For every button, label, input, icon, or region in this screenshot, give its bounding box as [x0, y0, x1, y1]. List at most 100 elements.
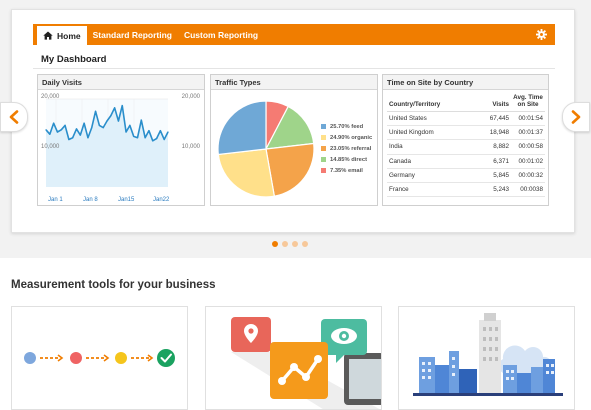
legend-label: 23.05% referral	[330, 145, 372, 152]
country-cell: Germany	[387, 168, 475, 183]
traffic-types-panel: Traffic Types 25.70% feed 24.90% organic 2…	[210, 74, 378, 206]
data-point	[87, 137, 89, 139]
table-row[interactable]: United Kingdom 18,948 00:01:37	[387, 125, 545, 141]
data-point	[129, 124, 131, 126]
time-on-site-panel: Time on Site by Country Country/Territor…	[382, 74, 549, 206]
data-point	[49, 133, 51, 135]
data-point	[152, 140, 154, 142]
visits-cell: 5,243	[474, 182, 511, 198]
legend-label: 7.35% email	[330, 167, 363, 174]
legend-swatch	[321, 168, 326, 173]
data-point	[56, 131, 59, 133]
dashboard-title: My Dashboard	[41, 54, 107, 65]
tab-home[interactable]: Home	[37, 24, 87, 45]
slider-next-button[interactable]	[562, 102, 590, 132]
data-point	[98, 124, 100, 126]
table-header-row: Country/Territory Visits Avg. Time on Si…	[387, 93, 545, 112]
slider-dot-2[interactable]	[282, 241, 288, 247]
data-point	[155, 138, 158, 140]
visits-cell: 18,948	[474, 125, 511, 141]
data-point	[106, 120, 108, 122]
table-row[interactable]: Canada 6,371 00:01:02	[387, 154, 545, 169]
data-point	[79, 134, 81, 136]
y-tick-label-right: 10,000	[182, 144, 201, 150]
data-point	[60, 129, 62, 131]
avg-time-cell: 00:00:32	[511, 168, 545, 183]
avg-time-cell: 00:00:58	[511, 139, 545, 155]
chevron-left-icon	[9, 110, 19, 124]
country-cell: United States	[387, 111, 475, 127]
data-point	[68, 138, 70, 141]
data-point	[167, 131, 169, 133]
data-point	[125, 131, 127, 133]
measurement-flow-illustration	[24, 349, 175, 367]
column-header: Country/Territory	[387, 93, 475, 112]
legend-swatch	[321, 146, 326, 151]
data-point	[159, 130, 161, 132]
tab-standard-reporting[interactable]: Standard Reporting	[87, 30, 178, 40]
table-row[interactable]: Germany 5,845 00:00:32	[387, 168, 545, 183]
data-point	[83, 122, 85, 124]
panel-title: Daily Visits	[38, 75, 204, 90]
avg-time-cell: 00:01:54	[511, 111, 545, 127]
y-tick-label-left: 10,000	[41, 144, 60, 150]
slider-dots	[272, 241, 308, 247]
country-cell: India	[387, 139, 475, 155]
country-cell: Canada	[387, 154, 475, 169]
gear-icon[interactable]	[536, 29, 547, 40]
legend-swatch	[321, 157, 326, 162]
visits-cell: 5,845	[474, 168, 511, 183]
chevron-right-icon	[571, 110, 581, 124]
table-row[interactable]: France 5,243 00:0038	[387, 182, 545, 198]
feature-card-location-analytics[interactable]	[205, 306, 382, 410]
data-point	[91, 127, 93, 129]
data-point	[133, 135, 135, 137]
avg-time-cell: 00:01:02	[511, 154, 545, 169]
country-table-body: United States 67,445 00:01:54 United Kingdo…	[387, 111, 545, 198]
traffic-types-pie-chart	[217, 100, 315, 198]
table-row[interactable]: United States 67,445 00:01:54	[387, 111, 545, 127]
legend-item-feed: 25.70% feed	[321, 121, 372, 132]
daily-visits-chart: 20,000 10,000 20,000 10,000 Jan 1 Jan 8 Jan15 J…	[41, 94, 201, 203]
legend-item-direct: 14.85% direct	[321, 154, 372, 165]
legend-label: 25.70% feed	[330, 123, 364, 130]
data-point	[140, 119, 142, 121]
pie-slice-organic	[217, 148, 276, 198]
slider-dot-3[interactable]	[292, 241, 298, 247]
pie-slice-feed	[217, 100, 267, 156]
feature-card-measurement[interactable]	[11, 306, 188, 410]
data-point	[114, 107, 116, 109]
table-row[interactable]: India 8,882 00:00:58	[387, 139, 545, 155]
x-tick-label: Jan22	[153, 197, 170, 203]
data-point	[163, 138, 165, 141]
data-point	[110, 115, 112, 117]
avg-time-cell: 00:0038	[511, 182, 545, 198]
legend-swatch	[321, 124, 326, 129]
legend-item-email: 7.35% email	[321, 165, 372, 176]
data-point	[148, 130, 150, 132]
location-analytics-illustration	[231, 317, 381, 409]
slider-prev-button[interactable]	[0, 102, 28, 132]
data-point	[144, 137, 146, 139]
legend-swatch	[321, 135, 326, 140]
x-tick-label: Jan 8	[83, 197, 98, 203]
column-header: Visits	[474, 93, 511, 112]
tab-home-label: Home	[57, 30, 81, 41]
data-point	[102, 127, 104, 129]
legend-item-organic: 24.90% organic	[321, 132, 372, 143]
country-table: Country/Territory Visits Avg. Time on Si…	[387, 93, 545, 198]
y-tick-label-left: 20,000	[41, 94, 60, 100]
tab-custom-reporting[interactable]: Custom Reporting	[178, 30, 264, 40]
home-icon	[43, 31, 53, 40]
feature-card-city[interactable]	[398, 306, 575, 410]
slider-dot-1[interactable]	[272, 241, 278, 247]
data-point	[121, 105, 123, 107]
panel-title: Traffic Types	[211, 75, 377, 90]
data-point	[136, 137, 139, 139]
visits-cell: 67,445	[474, 111, 511, 127]
data-point	[75, 128, 78, 130]
country-cell: France	[387, 182, 475, 198]
slider-dot-4[interactable]	[302, 241, 308, 247]
data-point	[64, 124, 66, 126]
legend-item-referral: 23.05% referral	[321, 143, 372, 154]
